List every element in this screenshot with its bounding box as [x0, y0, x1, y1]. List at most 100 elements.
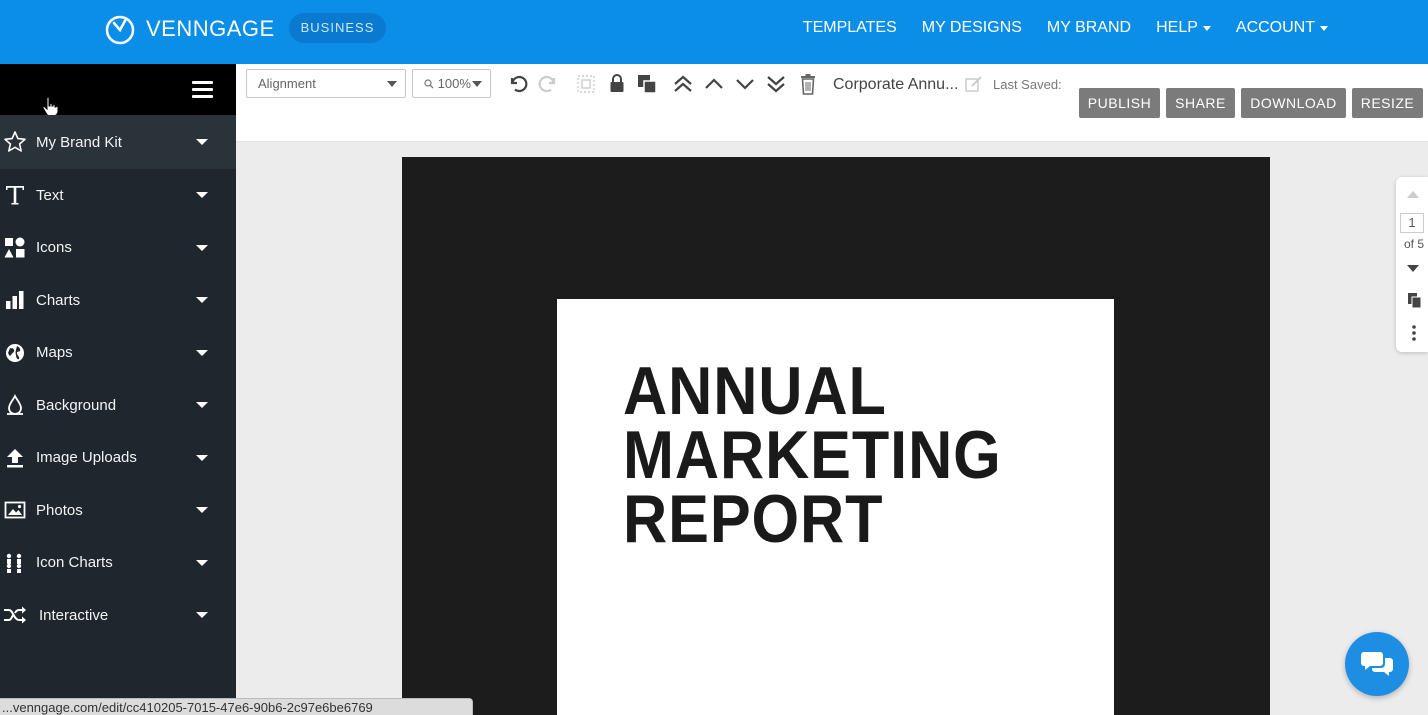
sidebar-item-charts[interactable]: Charts: [0, 274, 236, 327]
sidebar-item-label: Icon Charts: [36, 554, 113, 572]
page-count: of 5: [1404, 237, 1425, 251]
icon-chart-icon: [2, 550, 28, 576]
shuffle-icon: [2, 602, 28, 628]
alignment-label: Alignment: [258, 76, 316, 91]
sidebar-item-label: Icons: [36, 239, 72, 257]
chevron-down-icon: [196, 297, 208, 304]
chevron-down-icon: [472, 81, 482, 87]
shapes-icon: [2, 235, 28, 261]
sidebar-item-label: Background: [36, 396, 117, 414]
edit-icon[interactable]: [964, 74, 984, 94]
chevron-down-icon: [196, 139, 208, 145]
star-icon: [2, 129, 28, 155]
group-icon[interactable]: [574, 72, 598, 96]
redo-icon[interactable]: [536, 72, 560, 96]
design-page[interactable]: ANNUAL MARKETING REPORT: [557, 299, 1114, 715]
chevron-down-icon: [387, 81, 397, 87]
document-title[interactable]: Corporate Annu...: [833, 76, 958, 94]
title-line: ANNUAL: [623, 353, 887, 429]
sidebar-item-label: My Brand Kit: [36, 133, 122, 151]
trash-icon[interactable]: [796, 72, 820, 96]
bring-to-front-icon[interactable]: [671, 72, 695, 96]
sidebar-item-my-brand-kit[interactable]: My Brand Kit: [0, 115, 236, 169]
chevron-down-icon: [196, 559, 208, 566]
sidebar-item-photos[interactable]: Photos: [0, 484, 236, 537]
report-title[interactable]: ANNUAL MARKETING REPORT: [623, 353, 1002, 553]
undo-icon[interactable]: [506, 72, 530, 96]
bring-forward-icon[interactable]: [702, 72, 726, 96]
zoom-label: 100%: [437, 76, 471, 91]
sidebar-item-icons[interactable]: Icons: [0, 222, 236, 275]
droplet-icon: [2, 392, 28, 418]
globe-icon: [2, 340, 28, 366]
nav-my-designs[interactable]: MY DESIGNS: [922, 19, 1022, 37]
send-to-back-icon[interactable]: [764, 72, 788, 96]
nav-account[interactable]: ACCOUNT: [1236, 19, 1328, 37]
chevron-down-icon: [196, 402, 208, 409]
sidebar-item-icon-charts[interactable]: Icon Charts: [0, 537, 236, 590]
title-line: MARKETING: [623, 417, 1002, 493]
zoom-icon: [424, 79, 434, 89]
chevron-down-icon: [196, 192, 208, 199]
nav-templates[interactable]: TEMPLATES: [803, 19, 897, 37]
nav-label: MY DESIGNS: [921, 19, 1022, 36]
text-icon: [2, 182, 28, 208]
chevron-down-icon: [1202, 25, 1211, 31]
page-down-icon[interactable]: [1407, 265, 1419, 272]
lock-icon[interactable]: [605, 72, 629, 96]
chevron-down-icon: [196, 244, 208, 251]
editor-toolbar: Alignment 100% Corporate Annu... Last Sa…: [236, 64, 1428, 142]
sidebar-item-label: Maps: [36, 344, 73, 362]
sidebar-header: [0, 64, 236, 117]
nav-label: ACCOUNT: [1235, 19, 1315, 36]
sidebar-item-label: Photos: [36, 501, 83, 519]
alignment-dropdown[interactable]: Alignment: [246, 69, 406, 98]
page-navigator: 1 of 5: [1396, 177, 1428, 352]
zoom-dropdown[interactable]: 100%: [412, 69, 491, 98]
download-button[interactable]: DOWNLOAD: [1241, 88, 1346, 118]
chevron-down-icon: [196, 507, 208, 514]
page-up-icon[interactable]: [1407, 191, 1419, 198]
chat-button[interactable]: [1345, 632, 1409, 696]
nav-label: MY BRAND: [1046, 19, 1132, 36]
share-button[interactable]: SHARE: [1166, 88, 1235, 118]
resize-button[interactable]: RESIZE: [1352, 88, 1423, 118]
logo-icon: [105, 15, 135, 45]
nav-label: TEMPLATES: [802, 19, 897, 36]
copy-page-icon[interactable]: [1408, 293, 1422, 309]
chevron-down-icon: [196, 612, 208, 619]
sidebar-item-interactive[interactable]: Interactive: [0, 589, 236, 642]
sidebar: My Brand Kit Text Icons Charts Maps Back…: [0, 64, 236, 715]
brand-name: VENNGAGE: [146, 16, 275, 41]
status-url: ...venngage.com/edit/cc410205-7015-47e6-…: [0, 698, 473, 715]
sidebar-item-label: Image Uploads: [36, 449, 137, 467]
hamburger-menu-icon[interactable]: [192, 81, 213, 99]
photo-icon: [2, 497, 28, 523]
sidebar-item-maps[interactable]: Maps: [0, 327, 236, 380]
send-backward-icon[interactable]: [733, 72, 757, 96]
page-number-input[interactable]: 1: [1400, 213, 1424, 233]
chevron-down-icon: [196, 454, 208, 461]
chevron-down-icon: [196, 349, 208, 356]
bar-chart-icon: [2, 287, 28, 313]
chevron-down-icon: [1320, 25, 1328, 31]
nav-my-brand[interactable]: MY BRAND: [1047, 19, 1131, 37]
upload-icon: [2, 445, 28, 471]
business-badge: BUSINESS: [289, 13, 386, 43]
hand-cursor-icon: [42, 97, 58, 117]
more-options-icon[interactable]: [1412, 325, 1416, 341]
sidebar-item-label: Charts: [36, 291, 81, 309]
nav-help[interactable]: HELP: [1156, 19, 1211, 37]
venngage-logo[interactable]: VENNGAGE: [104, 13, 275, 45]
nav-links: TEMPLATES MY DESIGNS MY BRAND HELP ACCOU…: [803, 19, 1328, 37]
last-saved-label: Last Saved:: [993, 77, 1062, 92]
sidebar-item-label: Interactive: [39, 606, 109, 624]
duplicate-icon[interactable]: [635, 72, 659, 96]
sidebar-item-text[interactable]: Text: [0, 169, 236, 222]
nav-label: HELP: [1156, 19, 1198, 36]
sidebar-item-background[interactable]: Background: [0, 379, 236, 432]
sidebar-item-label: Text: [36, 186, 64, 204]
sidebar-item-image-uploads[interactable]: Image Uploads: [0, 432, 236, 485]
publish-button[interactable]: PUBLISH: [1079, 88, 1160, 118]
top-nav: VENNGAGE BUSINESS TEMPLATES MY DESIGNS M…: [0, 0, 1428, 64]
